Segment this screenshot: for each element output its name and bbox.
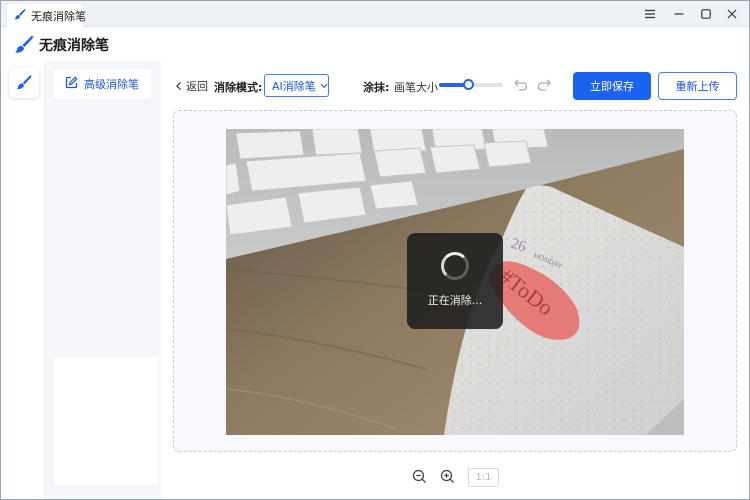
chevron-down-icon xyxy=(320,83,328,88)
sidebar-blank-panel xyxy=(54,357,158,485)
brush-label: 涂抹: xyxy=(363,81,390,94)
reupload-button[interactable]: 重新上传 xyxy=(658,72,737,100)
app-title: 无痕消除笔 xyxy=(39,38,109,54)
processing-status: 正在消除... xyxy=(427,294,483,307)
back-button[interactable]: 返回 xyxy=(175,78,208,94)
minimize-button[interactable] xyxy=(669,4,689,24)
menu-button[interactable] xyxy=(640,4,660,24)
processing-overlay: 正在消除... xyxy=(407,233,503,329)
zoom-out-button[interactable] xyxy=(412,469,427,487)
mode-select[interactable]: AI消除笔 xyxy=(264,74,329,97)
redo-button[interactable] xyxy=(536,77,552,96)
zoom-in-icon xyxy=(440,469,454,483)
edit-square-icon xyxy=(65,76,78,92)
close-icon xyxy=(727,9,737,19)
zoom-in-button[interactable] xyxy=(440,469,455,487)
brush-size-slider[interactable] xyxy=(439,79,503,90)
mode-label: 消除模式: xyxy=(214,81,263,94)
minimize-icon xyxy=(674,13,684,15)
sidebar-item-label: 高级消除笔 xyxy=(84,78,139,91)
back-label: 返回 xyxy=(186,80,208,93)
maximize-icon xyxy=(701,9,711,19)
window-tab[interactable]: 无痕消除笔 xyxy=(7,4,86,27)
app-header: 无痕消除笔 xyxy=(1,28,749,61)
chevron-left-icon xyxy=(176,82,181,90)
brush-icon xyxy=(14,34,34,57)
zoom-ratio-button[interactable]: 1:1 xyxy=(468,468,499,487)
save-now-button[interactable]: 立即保存 xyxy=(573,72,651,100)
loading-spinner-icon xyxy=(441,252,469,280)
zoom-out-icon xyxy=(412,469,426,483)
rail-item-eraser[interactable] xyxy=(9,68,39,98)
window-tab-title: 无痕消除笔 xyxy=(31,9,86,23)
undo-icon xyxy=(514,79,528,91)
brush-icon xyxy=(14,8,26,23)
brush-size-label: 画笔大小 xyxy=(394,81,438,94)
brush-icon xyxy=(16,74,32,93)
close-button[interactable] xyxy=(722,4,742,24)
redo-icon xyxy=(537,79,551,91)
undo-button[interactable] xyxy=(513,77,529,96)
menu-icon xyxy=(645,9,655,19)
feature-sidebar: 高级消除笔 xyxy=(45,61,161,499)
title-bar: 无痕消除笔 xyxy=(1,1,749,27)
app-window: 无痕消除笔 无痕消除笔 高级消除笔 返回 消除模式: AI消除笔 涂抹: 画笔大… xyxy=(0,0,750,500)
tool-rail xyxy=(1,61,45,499)
slider-handle[interactable] xyxy=(462,79,474,90)
maximize-button[interactable] xyxy=(696,4,716,24)
sidebar-item-advanced-eraser[interactable]: 高级消除笔 xyxy=(54,69,151,99)
mode-select-value: AI消除笔 xyxy=(272,79,316,93)
